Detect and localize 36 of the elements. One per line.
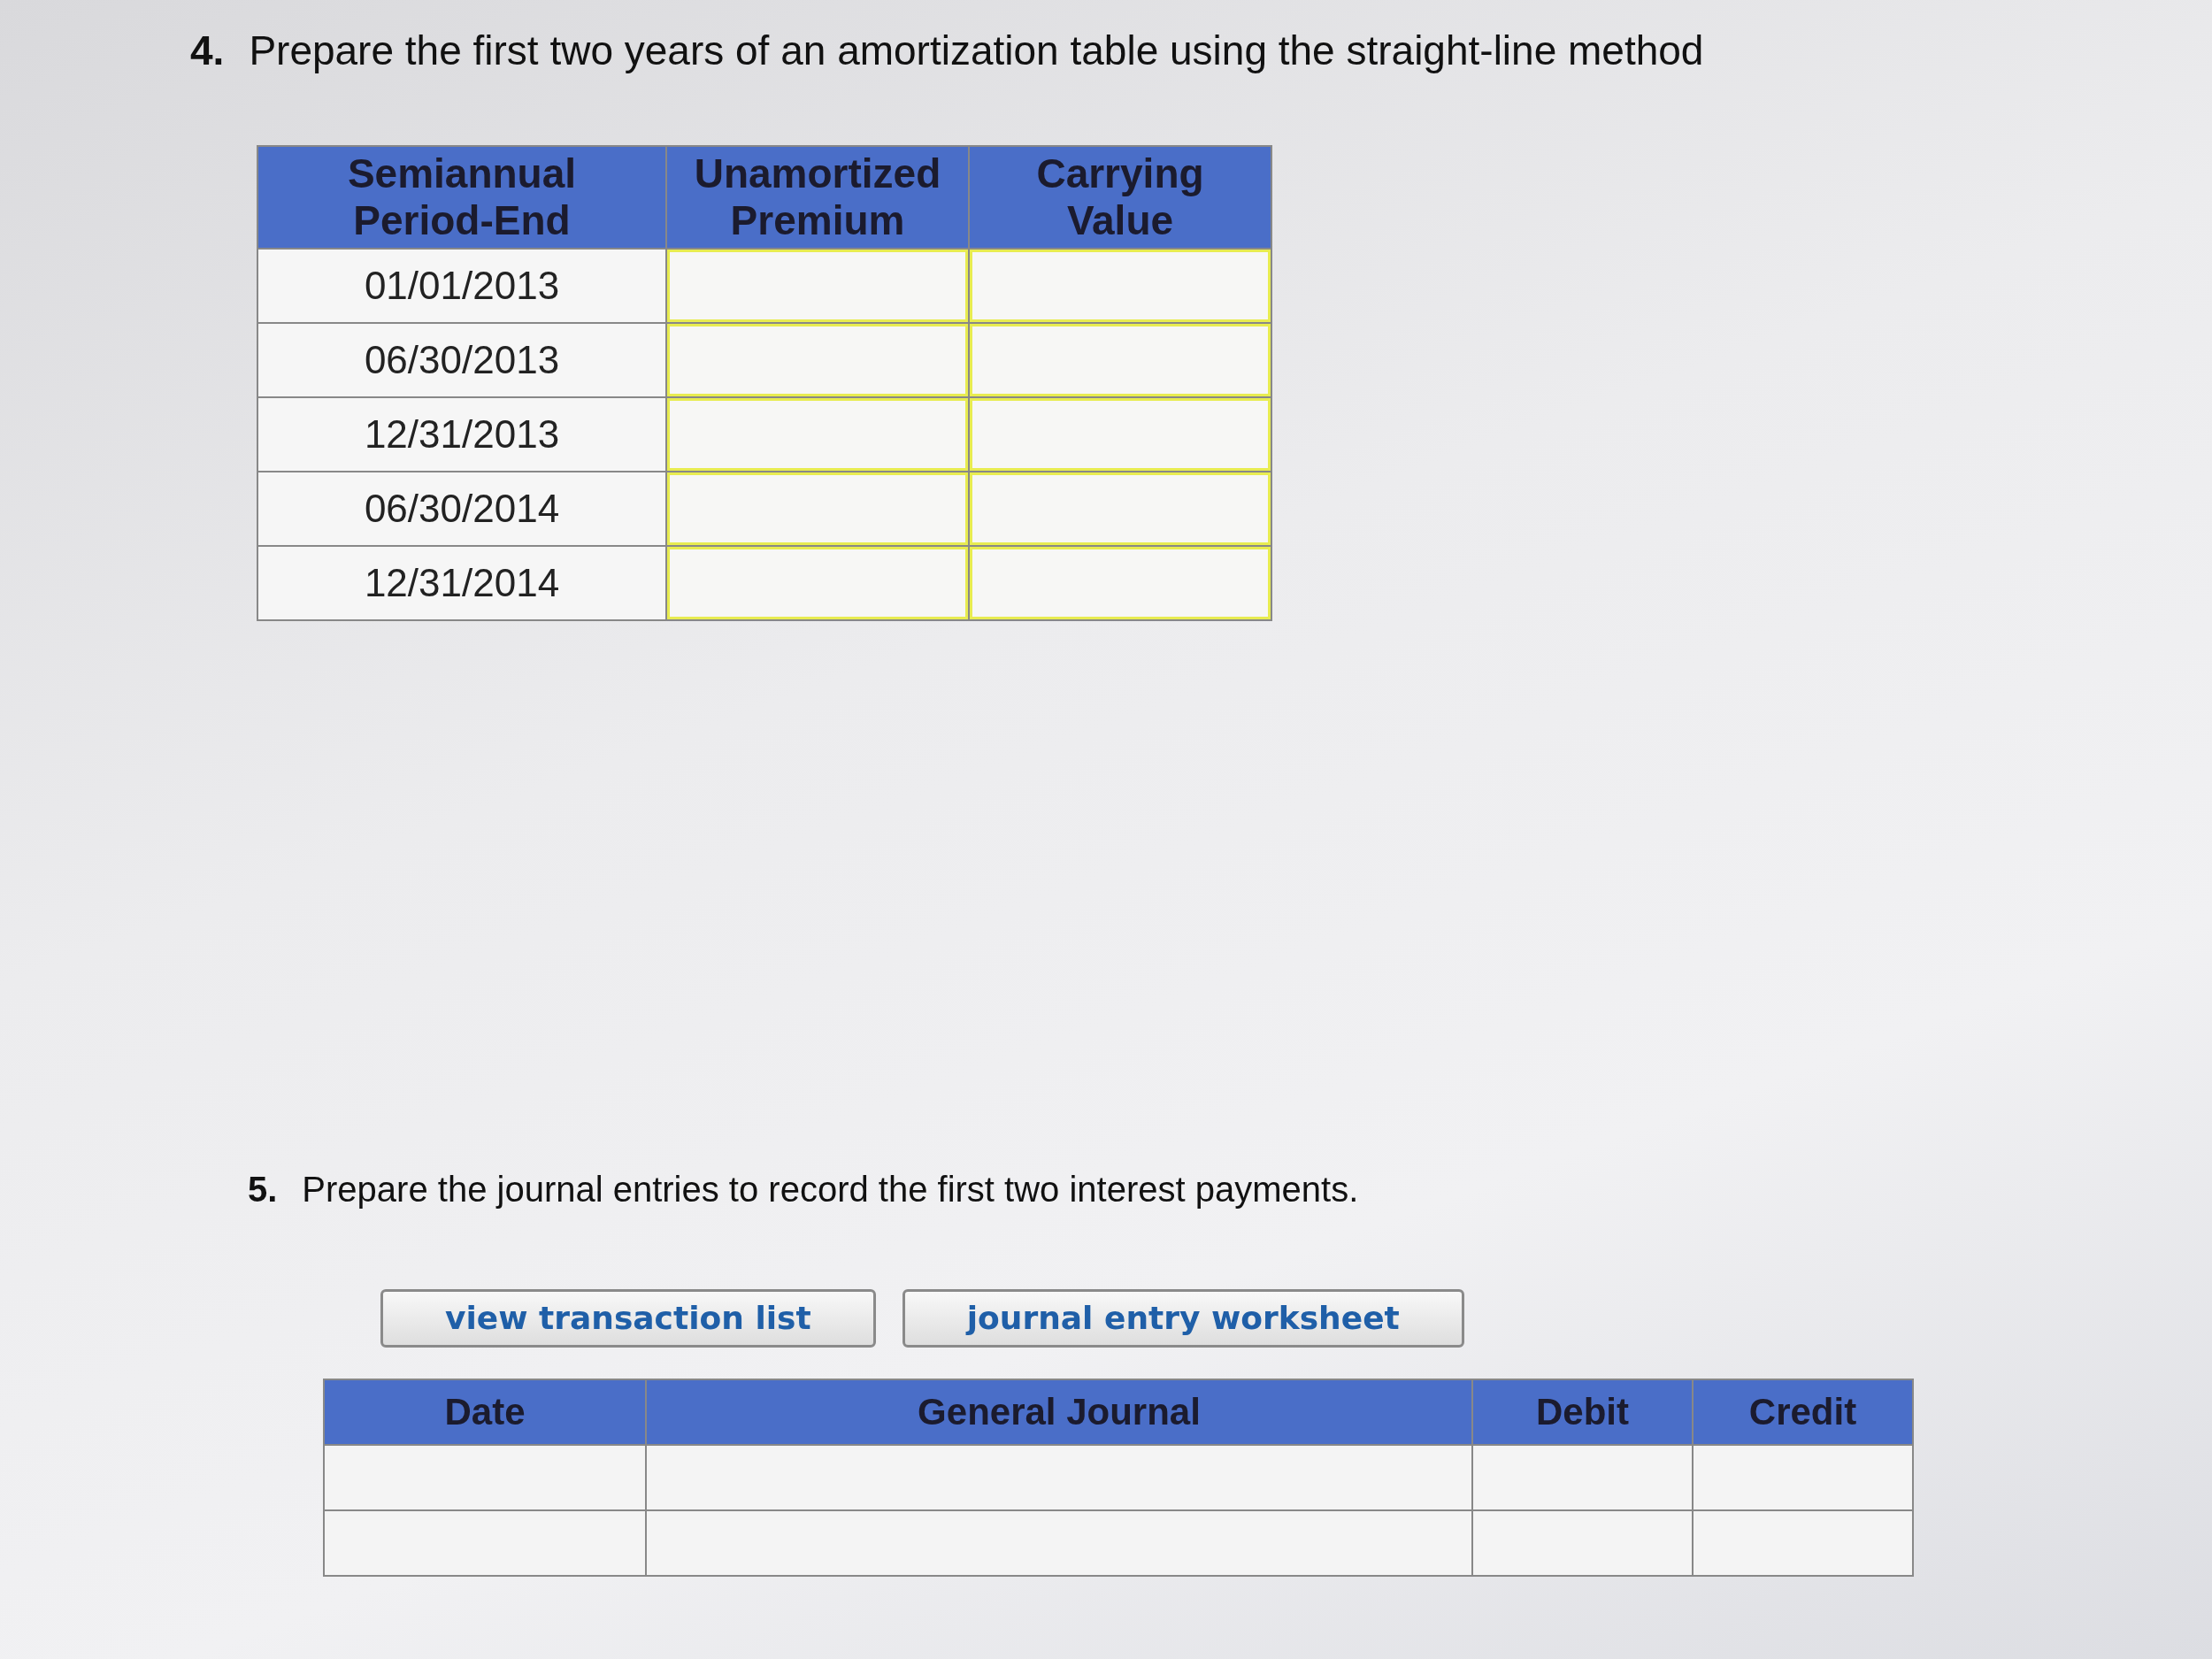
column-header: General Journal (646, 1379, 1472, 1445)
date-cell: 06/30/2013 (257, 322, 666, 397)
date-cell: 06/30/2014 (257, 471, 666, 546)
column-header: Carrying Value (969, 146, 1271, 249)
input-field[interactable] (667, 323, 968, 396)
table-cell[interactable] (646, 1444, 1472, 1510)
input-field[interactable] (667, 397, 968, 471)
table-cell[interactable] (1693, 1509, 1913, 1576)
worksheet-button[interactable]: journal entry worksheet (902, 1288, 1464, 1348)
date-cell: 01/01/2013 (257, 248, 666, 323)
question-number: 4. (190, 27, 225, 74)
column-header: Credit (1693, 1379, 1913, 1445)
transaction-list-button[interactable]: view transaction list (380, 1288, 876, 1348)
input-field[interactable] (970, 472, 1271, 545)
input-field[interactable] (667, 249, 968, 322)
input-field[interactable] (970, 323, 1271, 396)
question-text: Prepare the journal entries to record the first two interest payments. (302, 1169, 1359, 1210)
question-text: Prepare the first two years of an amortization table using the straight-line method (249, 27, 1704, 74)
table-cell[interactable] (324, 1444, 646, 1510)
date-cell: 12/31/2014 (257, 545, 666, 620)
column-header: Unamortized Premium (666, 146, 969, 249)
input-field[interactable] (667, 546, 968, 619)
table-cell[interactable] (1693, 1444, 1913, 1510)
input-field[interactable] (667, 472, 968, 545)
column-header: Semiannual Period-End (257, 146, 666, 249)
question-number: 5. (248, 1169, 278, 1210)
column-header: Date (324, 1379, 646, 1445)
table-cell[interactable] (1472, 1509, 1693, 1576)
input-field[interactable] (970, 249, 1271, 322)
table-cell[interactable] (324, 1509, 646, 1576)
input-field[interactable] (970, 546, 1271, 619)
table-cell[interactable] (1472, 1444, 1693, 1510)
date-cell: 12/31/2013 (257, 396, 666, 472)
input-field[interactable] (970, 397, 1271, 471)
column-header: Debit (1472, 1379, 1693, 1445)
table-cell[interactable] (646, 1509, 1472, 1576)
